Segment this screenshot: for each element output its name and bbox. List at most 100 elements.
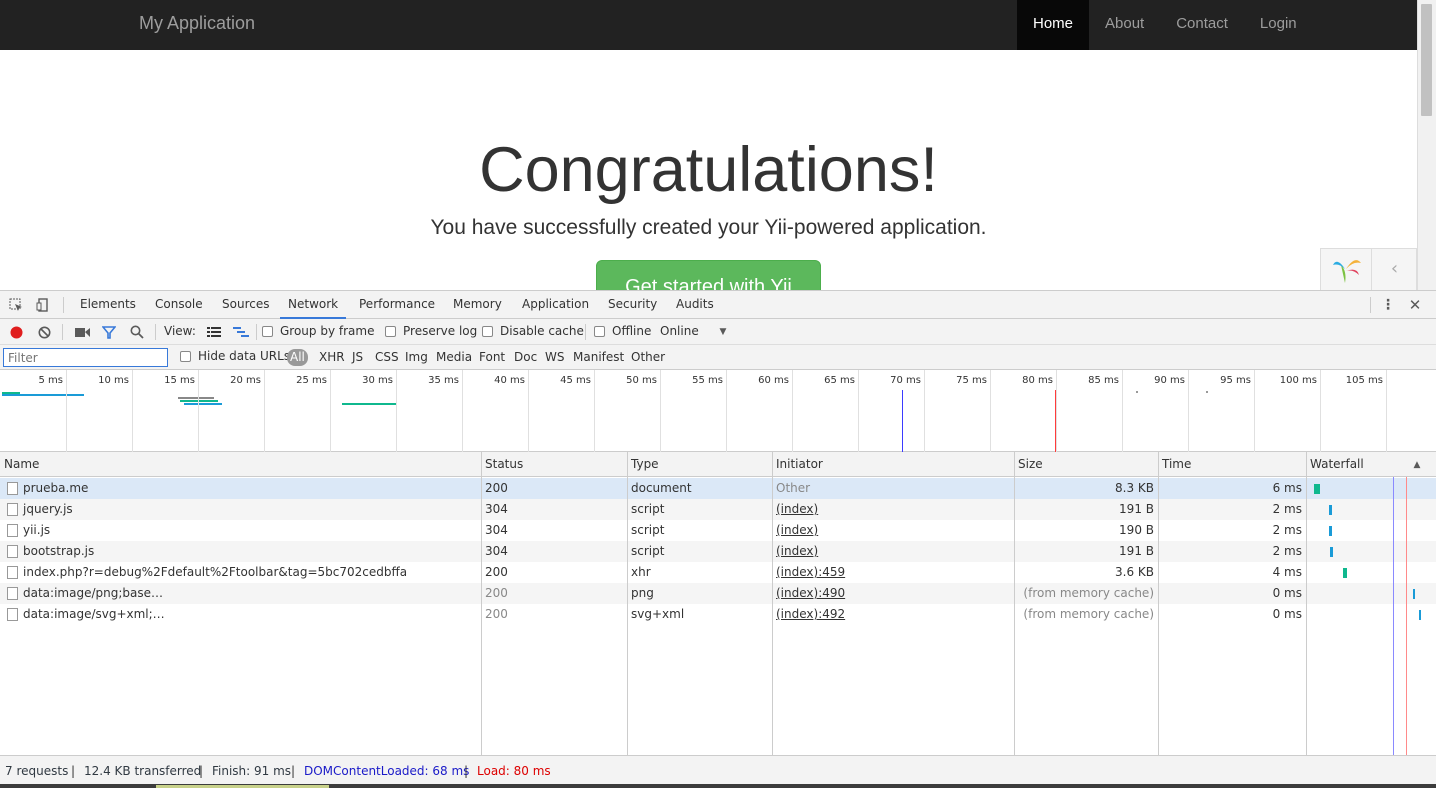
- more-options-icon[interactable]: ⋮: [1380, 297, 1396, 313]
- overview-tick-label: 70 ms: [890, 375, 921, 386]
- tab-console[interactable]: Console: [147, 291, 211, 319]
- close-devtools-icon[interactable]: ✕: [1407, 296, 1423, 314]
- page-scrollbar[interactable]: [1417, 0, 1436, 290]
- overview-tick-label: 50 ms: [626, 375, 657, 386]
- disable-cache-checkbox[interactable]: [482, 326, 493, 337]
- separator: [585, 324, 586, 340]
- overview-gridline: [132, 370, 133, 452]
- collapse-toolbar-icon[interactable]: ‹: [1371, 249, 1417, 290]
- cell-initiator[interactable]: (index): [772, 520, 1014, 541]
- screenshot-icon[interactable]: [74, 325, 90, 339]
- timeline-overview[interactable]: 5 ms 10 ms 15 ms 20 ms 25 ms 30 ms 35 ms 40 ms 4…: [0, 370, 1436, 452]
- hide-data-urls-checkbox[interactable]: [180, 351, 191, 362]
- navbar: My Application Home About Contact Login: [0, 0, 1417, 50]
- overview-gridline: [1254, 370, 1255, 452]
- tab-audits[interactable]: Audits: [668, 291, 722, 319]
- cell-name[interactable]: data:image/svg+xml;…: [19, 604, 479, 625]
- table-row[interactable]: data:image/png;base… 200 png (index):490 (fr…: [0, 583, 1436, 604]
- tab-elements[interactable]: Elements: [72, 291, 144, 319]
- tab-network[interactable]: Network: [280, 291, 347, 319]
- overview-tick-label: 45 ms: [560, 375, 591, 386]
- overview-icon[interactable]: [233, 325, 249, 339]
- overview-bar: [2, 394, 84, 396]
- table-row[interactable]: prueba.me 200 document Other 8.3 KB 6 ms: [0, 478, 1436, 499]
- type-filter-img[interactable]: Img: [402, 349, 431, 366]
- type-filter-font[interactable]: Font: [476, 349, 508, 366]
- overview-tick-label: 75 ms: [956, 375, 987, 386]
- cell-name[interactable]: jquery.js: [19, 499, 479, 520]
- record-icon[interactable]: [9, 325, 23, 339]
- tab-sources[interactable]: Sources: [214, 291, 277, 319]
- column-initiator[interactable]: Initiator: [772, 452, 823, 477]
- yii-logo-icon[interactable]: [1329, 255, 1363, 285]
- type-filter-doc[interactable]: Doc: [511, 349, 540, 366]
- cell-type: xhr: [631, 565, 651, 579]
- brand-link[interactable]: My Application: [139, 13, 255, 34]
- offline-checkbox[interactable]: [594, 326, 605, 337]
- search-icon[interactable]: [129, 325, 145, 339]
- cell-initiator[interactable]: (index):492: [772, 604, 1014, 625]
- tab-memory[interactable]: Memory: [445, 291, 510, 319]
- column-type[interactable]: Type: [627, 452, 659, 477]
- column-size[interactable]: Size: [1014, 452, 1043, 477]
- inspect-element-icon[interactable]: [8, 297, 24, 313]
- type-filter-xhr[interactable]: XHR: [316, 349, 348, 366]
- cell-initiator[interactable]: (index):459: [772, 562, 1014, 583]
- type-filter-css[interactable]: CSS: [372, 349, 402, 366]
- nav-login[interactable]: Login: [1244, 0, 1313, 50]
- column-time[interactable]: Time: [1158, 452, 1191, 477]
- network-toolbar: View: Group by frame Preserve log Disabl…: [0, 319, 1436, 345]
- nav-contact[interactable]: Contact: [1160, 0, 1244, 50]
- scrollbar-thumb[interactable]: [1421, 4, 1432, 116]
- filter-input[interactable]: [3, 348, 168, 367]
- nav-home[interactable]: Home: [1017, 0, 1090, 50]
- cell-name[interactable]: yii.js: [19, 520, 479, 541]
- tab-security[interactable]: Security: [600, 291, 665, 319]
- type-filter-manifest[interactable]: Manifest: [570, 349, 627, 366]
- page-heading: Congratulations!: [479, 135, 938, 205]
- overview-bar: [1206, 391, 1208, 393]
- chevron-down-icon[interactable]: ▼: [717, 326, 729, 338]
- filter-bar: Hide data URLs All XHR JS CSS Img Media …: [0, 345, 1436, 370]
- large-rows-icon[interactable]: [206, 325, 222, 339]
- filter-icon[interactable]: [101, 325, 117, 339]
- table-row[interactable]: yii.js 304 script (index) 190 B 2 ms: [0, 520, 1436, 541]
- device-toolbar-icon[interactable]: [35, 297, 51, 313]
- overview-bar: [180, 400, 218, 402]
- tab-application[interactable]: Application: [514, 291, 597, 319]
- image-file-icon: [7, 587, 18, 600]
- waterfall-bar: [1329, 526, 1332, 536]
- table-row[interactable]: jquery.js 304 script (index) 191 B 2 ms: [0, 499, 1436, 520]
- type-filter-js[interactable]: JS: [349, 349, 366, 366]
- clear-icon[interactable]: [37, 325, 51, 339]
- sort-ascending-icon[interactable]: ▲: [1411, 459, 1423, 471]
- cell-name[interactable]: index.php?r=debug%2Fdefault%2Ftoolbar&ta…: [19, 562, 479, 583]
- overview-tick-label: 5 ms: [38, 375, 64, 386]
- separator: [63, 297, 64, 313]
- column-waterfall[interactable]: Waterfall: [1306, 452, 1364, 477]
- table-row[interactable]: data:image/svg+xml;… 200 svg+xml (index):49…: [0, 604, 1436, 625]
- group-by-frame-checkbox[interactable]: [262, 326, 273, 337]
- cell-name[interactable]: bootstrap.js: [19, 541, 479, 562]
- cell-initiator[interactable]: (index): [772, 541, 1014, 562]
- get-started-button[interactable]: Get started with Yii: [596, 260, 821, 290]
- type-filter-media[interactable]: Media: [433, 349, 475, 366]
- throttling-select[interactable]: Online: [660, 324, 699, 338]
- overview-gridline: [660, 370, 661, 452]
- cell-initiator[interactable]: (index):490: [772, 583, 1014, 604]
- cell-time: 4 ms: [1272, 565, 1302, 579]
- cell-name[interactable]: data:image/png;base…: [19, 583, 479, 604]
- type-filter-ws[interactable]: WS: [542, 349, 567, 366]
- table-row[interactable]: index.php?r=debug%2Fdefault%2Ftoolbar&ta…: [0, 562, 1436, 583]
- table-row[interactable]: bootstrap.js 304 script (index) 191 B 2 ms: [0, 541, 1436, 562]
- document-file-icon: [7, 524, 18, 537]
- nav-about[interactable]: About: [1089, 0, 1160, 50]
- cell-initiator[interactable]: (index): [772, 499, 1014, 520]
- preserve-log-checkbox[interactable]: [385, 326, 396, 337]
- type-filter-other[interactable]: Other: [628, 349, 668, 366]
- column-name[interactable]: Name: [0, 452, 39, 477]
- cell-name[interactable]: prueba.me: [19, 478, 479, 499]
- type-filter-all[interactable]: All: [287, 349, 308, 366]
- tab-performance[interactable]: Performance: [351, 291, 443, 319]
- column-status[interactable]: Status: [481, 452, 523, 477]
